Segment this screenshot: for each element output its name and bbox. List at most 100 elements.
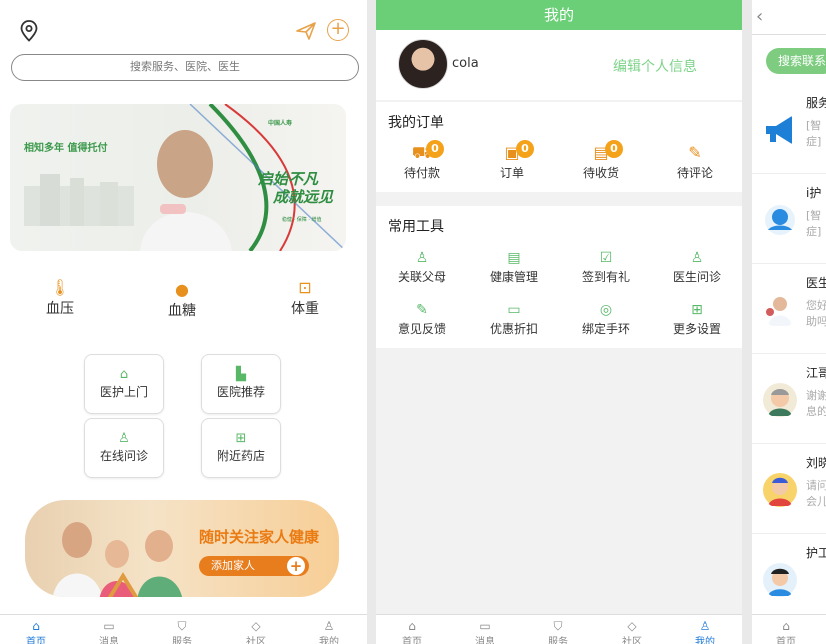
scale-icon: ⊡ [298,278,312,297]
order-label: 待收货 [582,166,619,180]
tool-label: 医生问诊 [672,270,721,284]
hospital-recommend-button[interactable]: ▙ 医院推荐 [201,354,281,414]
tab-mine[interactable]: ♙ 我的 [309,619,349,644]
tool-discounts[interactable]: ▭ 优惠折扣 [474,300,554,337]
leaf-icon: ◇ [251,619,261,633]
home-icon: ⌂ [32,619,40,633]
tool-health-management[interactable]: ▤ 健康管理 [474,248,554,285]
profile-section: cola 编辑个人信息 [376,30,742,100]
home-nursing-button[interactable]: ⌂ 医护上门 [84,354,164,414]
family-banner[interactable]: 随时关注家人健康 添加家人 + [25,500,339,597]
tab-messages[interactable]: ▭ 消息 [89,619,129,644]
tool-more-settings[interactable]: ⊞ 更多设置 [657,300,737,337]
doctor-icon: ♙ [118,431,130,446]
nurse-avatar-icon [763,563,797,597]
message-item[interactable]: 江哥 谢谢 息的 [752,354,826,444]
tab-community[interactable]: ◇ 社区 [236,619,276,644]
blood-pressure-entry[interactable]: 🌡 血压 [30,278,90,318]
message-title: 医生 [806,276,826,290]
tools-title: 常用工具 [388,219,444,235]
message-item[interactable]: 刘晓 请问 会儿 [752,444,826,534]
edit-profile-link[interactable]: 编辑个人信息 [613,56,697,76]
metric-label: 血压 [46,301,74,317]
brand-name: 中国人寿 [268,120,293,127]
add-family-button[interactable]: 添加家人 + [199,556,309,576]
doctor-icon: ♙ [690,250,704,266]
tab-service[interactable]: ⛉ 服务 [162,619,202,644]
message-item[interactable]: 医生 您好 助吗 [752,264,826,354]
tab-label: 社区 [622,637,642,644]
order-all[interactable]: ▣ 0 订单 [480,140,544,181]
tool-label: 优惠折扣 [489,322,538,336]
order-label: 待评论 [676,166,713,180]
insurance-banner[interactable]: 相知多年 值得托付 中国人寿 启始不凡 成就远见 稳健 · 保障 · 增值 [10,104,346,251]
add-icon[interactable]: + [327,19,349,41]
message-snippet: [智 症] [806,119,822,148]
tool-feedback[interactable]: ✎ 意见反馈 [382,300,462,337]
order-badge: 0 [605,140,623,158]
tool-bind-band[interactable]: ◎ 绑定手环 [566,300,646,337]
tab-label: 首页 [402,637,422,644]
tab-home[interactable]: ⌂ 首页 [392,619,432,644]
pen-icon: ✎ [416,302,428,318]
banner-tags: 稳健 · 保障 · 增值 [282,217,322,223]
tab-label: 社区 [246,637,266,644]
location-pin-icon[interactable] [20,20,38,42]
message-title: 江哥 [806,366,826,380]
tab-label: 消息 [475,637,495,644]
home-screen: + 搜索服务、医院、医生 相知多年 值得托付 中国人寿 启始不凡 成就远见 稳健… [0,0,367,644]
tab-label: 服务 [548,637,568,644]
thermometer-icon: 🌡 [49,278,71,297]
tab-messages[interactable]: ▭ 消息 [465,619,505,644]
drop-icon: ● [175,280,189,299]
tab-mine[interactable]: ♙ 我的 [685,619,725,644]
home-icon: ⌂ [119,367,129,382]
bottom-tab-bar: ⌂ 首页 ▭ 消息 ⛉ 服务 ◇ 社区 ♙ 我的 [376,614,742,644]
bottom-tab-bar: ⌂ 首页 ▭ 消息 ⛉ 服务 ◇ 社区 ♙ 我的 [0,614,367,644]
add-family-label: 添加家人 [211,559,255,572]
blood-sugar-entry[interactable]: ● 血糖 [152,280,212,320]
nearby-pharmacy-button[interactable]: ⊞ 附近药店 [201,418,281,478]
tab-home[interactable]: ⌂ 首页 [766,619,806,644]
search-contacts-button[interactable]: 搜索联系 [766,48,826,74]
weight-entry[interactable]: ⊡ 体重 [275,278,335,318]
order-pending-review[interactable]: ✎ 待评论 [663,142,727,181]
clipboard-icon: ▤ [507,250,521,266]
order-pending-payment[interactable]: ⛟ 0 待付款 [390,140,454,181]
metric-label: 体重 [291,301,319,317]
orders-title: 我的订单 [388,115,444,131]
avatar[interactable] [398,39,448,89]
grid-icon: ⊞ [691,302,703,318]
tool-label: 意见反馈 [397,322,446,336]
search-input[interactable]: 搜索服务、医院、医生 [11,54,359,81]
nurse-icon [765,205,795,235]
tab-service[interactable]: ⛉ 服务 [538,619,578,644]
calendar-icon: ☑ [599,250,613,266]
service-label: 在线问诊 [99,449,148,463]
order-badge: 0 [516,140,534,158]
message-item[interactable]: 护工 [752,534,826,624]
order-pending-receipt[interactable]: ▤ 0 待收货 [569,140,633,181]
mine-screen: 我的 cola 编辑个人信息 我的订单 ⛟ 0 待付款 ▣ 0 订单 ▤ 0 待收货 … [376,0,742,644]
band-icon: ◎ [599,302,613,318]
tool-link-parents[interactable]: ♙ 关联父母 [382,248,462,285]
message-snippet: 谢谢 息的 [806,389,826,418]
doctor-avatar-icon [766,297,792,326]
tab-community[interactable]: ◇ 社区 [612,619,652,644]
message-snippet: 请问 会儿 [806,479,826,508]
family-illustration [52,522,182,597]
send-icon[interactable] [296,22,316,40]
online-consult-button[interactable]: ♙ 在线问诊 [84,418,164,478]
tab-home[interactable]: ⌂ 首页 [16,619,56,644]
message-snippet: 您好 助吗 [806,299,826,328]
message-item[interactable]: 服务 [智 症] [752,84,826,174]
tool-checkin[interactable]: ☑ 签到有礼 [566,248,646,285]
tool-doctor-consult[interactable]: ♙ 医生问诊 [657,248,737,285]
back-icon[interactable]: ‹ [756,6,763,27]
coupon-icon: ▭ [507,302,521,318]
message-item[interactable]: i护 [智 症] [752,174,826,264]
page-title: 我的 [376,0,742,30]
child-avatar-icon [763,473,797,507]
tab-label: 首页 [776,637,796,644]
messages-screen: ‹ 搜索联系 服务 [智 症] i护 [智 症] 医生 您好 助吗 江哥 谢谢 息的 刘… [752,0,826,644]
